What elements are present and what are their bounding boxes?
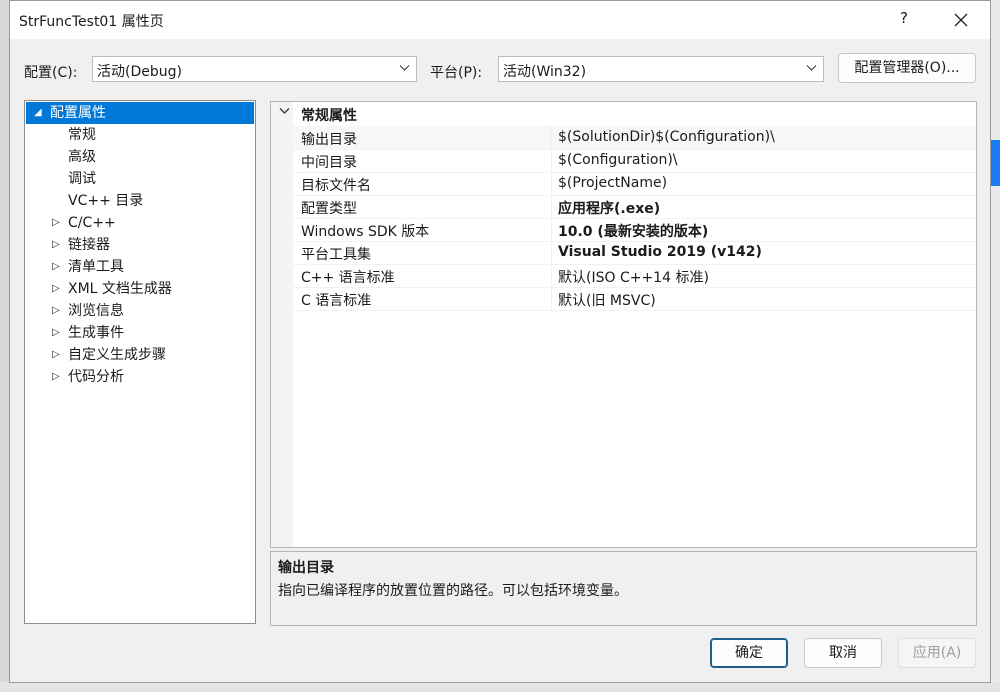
platform-dropdown[interactable]: 活动(Win32): [498, 56, 824, 82]
property-name: 平台工具集: [301, 247, 371, 263]
tree-item-label: 自定义生成步骤: [68, 347, 166, 363]
property-value[interactable]: $(Configuration)\: [558, 152, 678, 168]
platform-value: 活动(Win32): [503, 64, 587, 80]
configuration-dropdown[interactable]: 活动(Debug): [92, 56, 417, 82]
property-value[interactable]: 默认(旧 MSVC): [558, 290, 656, 310]
tree-item-vc-directories[interactable]: VC++ 目录: [25, 190, 255, 212]
collapsed-arrow-icon[interactable]: ▷: [52, 322, 64, 344]
property-value[interactable]: Visual Studio 2019 (v142): [558, 244, 762, 260]
tree-item-label: 配置属性: [50, 105, 106, 121]
tree-item-label: 生成事件: [68, 325, 124, 341]
tree-item-label: 清单工具: [68, 259, 124, 275]
collapsed-arrow-icon[interactable]: ▷: [52, 234, 64, 256]
property-value[interactable]: 默认(ISO C++14 标准): [558, 267, 709, 287]
title-bar: StrFuncTest01 属性页 ?: [10, 1, 990, 39]
property-row-windows-sdk-version[interactable]: Windows SDK 版本 10.0 (最新安装的版本): [293, 218, 976, 242]
property-row-configuration-type[interactable]: 配置类型 应用程序(.exe): [293, 195, 976, 219]
category-general-properties[interactable]: 常规属性: [271, 102, 976, 126]
close-icon: [954, 13, 968, 27]
property-value[interactable]: 应用程序(.exe): [558, 198, 660, 218]
tree-item-label: 高级: [68, 149, 96, 165]
column-divider: [551, 126, 552, 149]
tree-item-label: XML 文档生成器: [68, 281, 172, 297]
property-name: 中间目录: [301, 155, 357, 171]
configuration-label: 配置(C):: [24, 65, 78, 81]
tree-item-browse-info[interactable]: ▷ 浏览信息: [25, 300, 255, 322]
column-divider: [551, 218, 552, 241]
property-row-cpp-language-standard[interactable]: C++ 语言标准 默认(ISO C++14 标准): [293, 264, 976, 288]
property-value[interactable]: 10.0 (最新安装的版本): [558, 221, 708, 241]
property-row-intermediate-directory[interactable]: 中间目录 $(Configuration)\: [293, 149, 976, 173]
column-divider: [551, 172, 552, 195]
grid-margin: [271, 102, 293, 547]
description-title: 输出目录: [278, 560, 334, 576]
property-name: 目标文件名: [301, 178, 371, 194]
cancel-button[interactable]: 取消: [804, 638, 882, 668]
collapsed-arrow-icon[interactable]: ▷: [52, 300, 64, 322]
column-divider: [551, 287, 552, 310]
tree-item-label: VC++ 目录: [68, 193, 144, 209]
window-title: StrFuncTest01 属性页: [19, 14, 164, 30]
property-name: 配置类型: [301, 201, 357, 217]
tree-item-linker[interactable]: ▷ 链接器: [25, 234, 255, 256]
property-row-platform-toolset[interactable]: 平台工具集 Visual Studio 2019 (v142): [293, 241, 976, 265]
tree-item-label: 浏览信息: [68, 303, 124, 319]
tree-item-label: 代码分析: [68, 369, 124, 385]
property-row-target-name[interactable]: 目标文件名 $(ProjectName): [293, 172, 976, 196]
tree-item-build-events[interactable]: ▷ 生成事件: [25, 322, 255, 344]
tree-item-xml-doc-generator[interactable]: ▷ XML 文档生成器: [25, 278, 255, 300]
expanded-arrow-icon: ◢: [34, 107, 42, 118]
tree-item-label: C/C++: [68, 215, 116, 231]
category-label: 常规属性: [301, 108, 357, 124]
chevron-down-icon[interactable]: [279, 107, 290, 115]
column-divider: [551, 195, 552, 218]
tree-item-label: 调试: [68, 171, 96, 187]
category-tree: ◢ 配置属性 常规 高级 调试 VC++ 目录 ▷ C/C++ ▷ 链接器 ▷ …: [24, 100, 256, 624]
close-button[interactable]: [942, 5, 980, 35]
collapsed-arrow-icon[interactable]: ▷: [52, 256, 64, 278]
property-name: Windows SDK 版本: [301, 224, 430, 240]
tree-item-configuration-properties[interactable]: ◢ 配置属性: [26, 102, 254, 124]
chevron-down-icon: [806, 65, 817, 71]
tree-item-debugging[interactable]: 调试: [25, 168, 255, 190]
tree-item-label: 常规: [68, 127, 96, 143]
property-value[interactable]: $(ProjectName): [558, 175, 667, 191]
property-value[interactable]: $(SolutionDir)$(Configuration)\: [558, 129, 775, 145]
tree-item-advanced[interactable]: 高级: [25, 146, 255, 168]
description-panel: 输出目录 指向已编译程序的放置位置的路径。可以包括环境变量。: [270, 551, 977, 626]
apply-button[interactable]: 应用(A): [898, 638, 976, 668]
property-pages-dialog: StrFuncTest01 属性页 ? 配置(C): 活动(Debug) 平台(…: [9, 0, 991, 683]
background-bottom-strip: [0, 682, 1000, 692]
ok-button[interactable]: 确定: [710, 638, 788, 668]
chevron-down-icon: [399, 65, 410, 71]
tree-item-label: 链接器: [68, 237, 110, 253]
description-text: 指向已编译程序的放置位置的路径。可以包括环境变量。: [278, 583, 628, 599]
property-grid: 常规属性 输出目录 $(SolutionDir)$(Configuration)…: [270, 101, 977, 548]
property-row-output-directory[interactable]: 输出目录 $(SolutionDir)$(Configuration)\: [293, 126, 976, 150]
configuration-manager-button[interactable]: 配置管理器(O)...: [838, 53, 976, 83]
background-window-edge: [990, 0, 1000, 692]
column-divider: [551, 264, 552, 287]
column-divider: [551, 241, 552, 264]
column-divider: [551, 149, 552, 172]
collapsed-arrow-icon[interactable]: ▷: [52, 366, 64, 388]
configuration-value: 活动(Debug): [97, 64, 182, 80]
collapsed-arrow-icon[interactable]: ▷: [52, 344, 64, 366]
platform-label: 平台(P):: [430, 65, 483, 81]
tree-item-manifest-tool[interactable]: ▷ 清单工具: [25, 256, 255, 278]
tree-item-code-analysis[interactable]: ▷ 代码分析: [25, 366, 255, 388]
tree-item-c-cpp[interactable]: ▷ C/C++: [25, 212, 255, 234]
property-name: C++ 语言标准: [301, 270, 395, 286]
property-name: 输出目录: [301, 132, 357, 148]
property-row-c-language-standard[interactable]: C 语言标准 默认(旧 MSVC): [293, 287, 976, 311]
collapsed-arrow-icon[interactable]: ▷: [52, 278, 64, 300]
help-button[interactable]: ?: [894, 9, 914, 27]
tree-item-custom-build-step[interactable]: ▷ 自定义生成步骤: [25, 344, 255, 366]
collapsed-arrow-icon[interactable]: ▷: [52, 212, 64, 234]
property-name: C 语言标准: [301, 293, 372, 309]
tree-item-general[interactable]: 常规: [25, 124, 255, 146]
